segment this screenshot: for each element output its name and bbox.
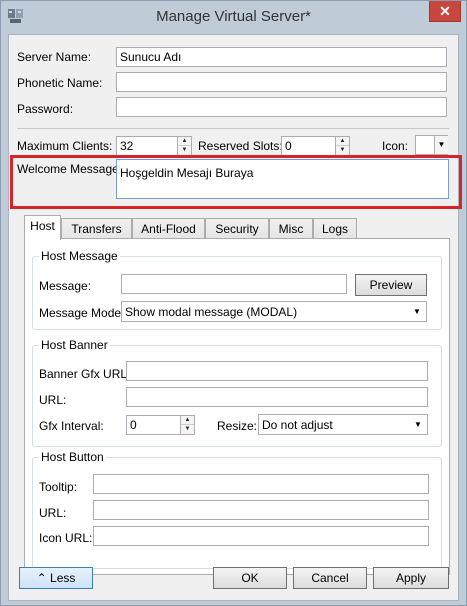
chevron-up-icon: ⌃ xyxy=(36,571,51,585)
tooltip-input[interactable] xyxy=(93,474,429,494)
tab-transfers[interactable]: Transfers xyxy=(61,218,132,239)
tab-misc[interactable]: Misc xyxy=(269,218,313,239)
gfx-interval-label: Gfx Interval: xyxy=(39,419,104,433)
banner-url-label: URL: xyxy=(39,393,67,407)
password-input[interactable] xyxy=(116,97,447,117)
host-message-title: Host Message xyxy=(39,249,120,263)
tooltip-label: Tooltip: xyxy=(39,480,78,494)
reserved-slots-label: Reserved Slots: xyxy=(198,139,283,153)
close-button[interactable]: ✕ xyxy=(429,1,461,22)
tab-host[interactable]: Host xyxy=(24,215,61,240)
host-tab-panel: Host Message Message: Preview Message Mo… xyxy=(24,238,450,575)
banner-gfx-url-input[interactable] xyxy=(126,361,428,381)
server-name-input[interactable]: Sunucu Adı xyxy=(116,47,447,67)
chevron-down-icon[interactable]: ▼ xyxy=(434,136,448,154)
title-bar[interactable]: Manage Virtual Server* ✕ xyxy=(1,1,466,34)
cancel-button[interactable]: Cancel xyxy=(293,567,367,589)
max-clients-value[interactable]: 32 xyxy=(116,136,178,156)
gfx-interval-spinner[interactable]: 0 ▲ ▼ xyxy=(126,415,195,435)
less-button-label: Less xyxy=(50,571,76,585)
phonetic-name-input[interactable] xyxy=(116,72,447,92)
host-banner-title: Host Banner xyxy=(39,338,110,352)
resize-select[interactable]: Do not adjust ▼ xyxy=(258,414,428,435)
ok-button[interactable]: OK xyxy=(213,567,287,589)
icon-url-label: Icon URL: xyxy=(39,531,93,545)
icon-label: Icon: xyxy=(382,139,409,153)
tab-logs[interactable]: Logs xyxy=(313,218,357,239)
server-name-label: Server Name: xyxy=(17,50,92,64)
divider xyxy=(17,128,449,129)
reserved-slots-spinner[interactable]: 0 ▲ ▼ xyxy=(281,136,350,156)
message-label: Message: xyxy=(39,279,92,293)
manage-virtual-server-window: Manage Virtual Server* ✕ Server Name: Su… xyxy=(0,0,467,606)
less-button[interactable]: ⌃ Less xyxy=(19,567,93,589)
spin-down-icon[interactable]: ▼ xyxy=(336,146,349,155)
button-url-label: URL: xyxy=(39,506,67,520)
dropdown-arrow-icon: ▼ xyxy=(413,307,421,316)
message-mode-value: Show modal message (MODAL) xyxy=(125,305,298,319)
welcome-message-input[interactable]: Hoşgeldin Mesajı Buraya xyxy=(116,159,449,199)
spin-down-icon[interactable]: ▼ xyxy=(181,425,194,434)
reserved-slots-value[interactable]: 0 xyxy=(281,136,336,156)
banner-gfx-url-label: Banner Gfx URL: xyxy=(39,367,131,381)
spin-up-icon[interactable]: ▲ xyxy=(181,416,194,425)
dialog-body: Server Name: Sunucu Adı Phonetic Name: P… xyxy=(8,34,462,601)
apply-button[interactable]: Apply xyxy=(373,567,449,589)
host-button-title: Host Button xyxy=(39,450,106,464)
spin-up-icon[interactable]: ▲ xyxy=(178,137,191,146)
resize-label: Resize: xyxy=(217,419,258,433)
icon-picker[interactable]: ▼ xyxy=(415,135,448,155)
gfx-interval-value[interactable]: 0 xyxy=(126,415,181,435)
phonetic-name-label: Phonetic Name: xyxy=(17,76,103,90)
password-label: Password: xyxy=(17,102,74,116)
message-mode-label: Message Mode: xyxy=(39,306,125,320)
max-clients-spinner[interactable]: 32 ▲ ▼ xyxy=(116,136,192,156)
window-title: Manage Virtual Server* xyxy=(156,8,311,25)
max-clients-label: Maximum Clients: xyxy=(17,139,113,153)
spin-up-icon[interactable]: ▲ xyxy=(336,137,349,146)
icon-url-input[interactable] xyxy=(93,526,429,546)
message-input[interactable] xyxy=(121,274,347,294)
resize-value: Do not adjust xyxy=(262,418,333,432)
dropdown-arrow-icon: ▼ xyxy=(414,420,422,429)
close-icon: ✕ xyxy=(439,3,451,19)
preview-button[interactable]: Preview xyxy=(355,274,427,296)
button-url-input[interactable] xyxy=(93,500,429,520)
message-mode-select[interactable]: Show modal message (MODAL) ▼ xyxy=(121,301,427,322)
welcome-message-label: Welcome Message: xyxy=(17,162,123,176)
spin-down-icon[interactable]: ▼ xyxy=(178,146,191,155)
tab-security[interactable]: Security xyxy=(205,218,269,239)
banner-url-input[interactable] xyxy=(126,387,428,407)
tab-anti-flood[interactable]: Anti-Flood xyxy=(132,218,205,239)
